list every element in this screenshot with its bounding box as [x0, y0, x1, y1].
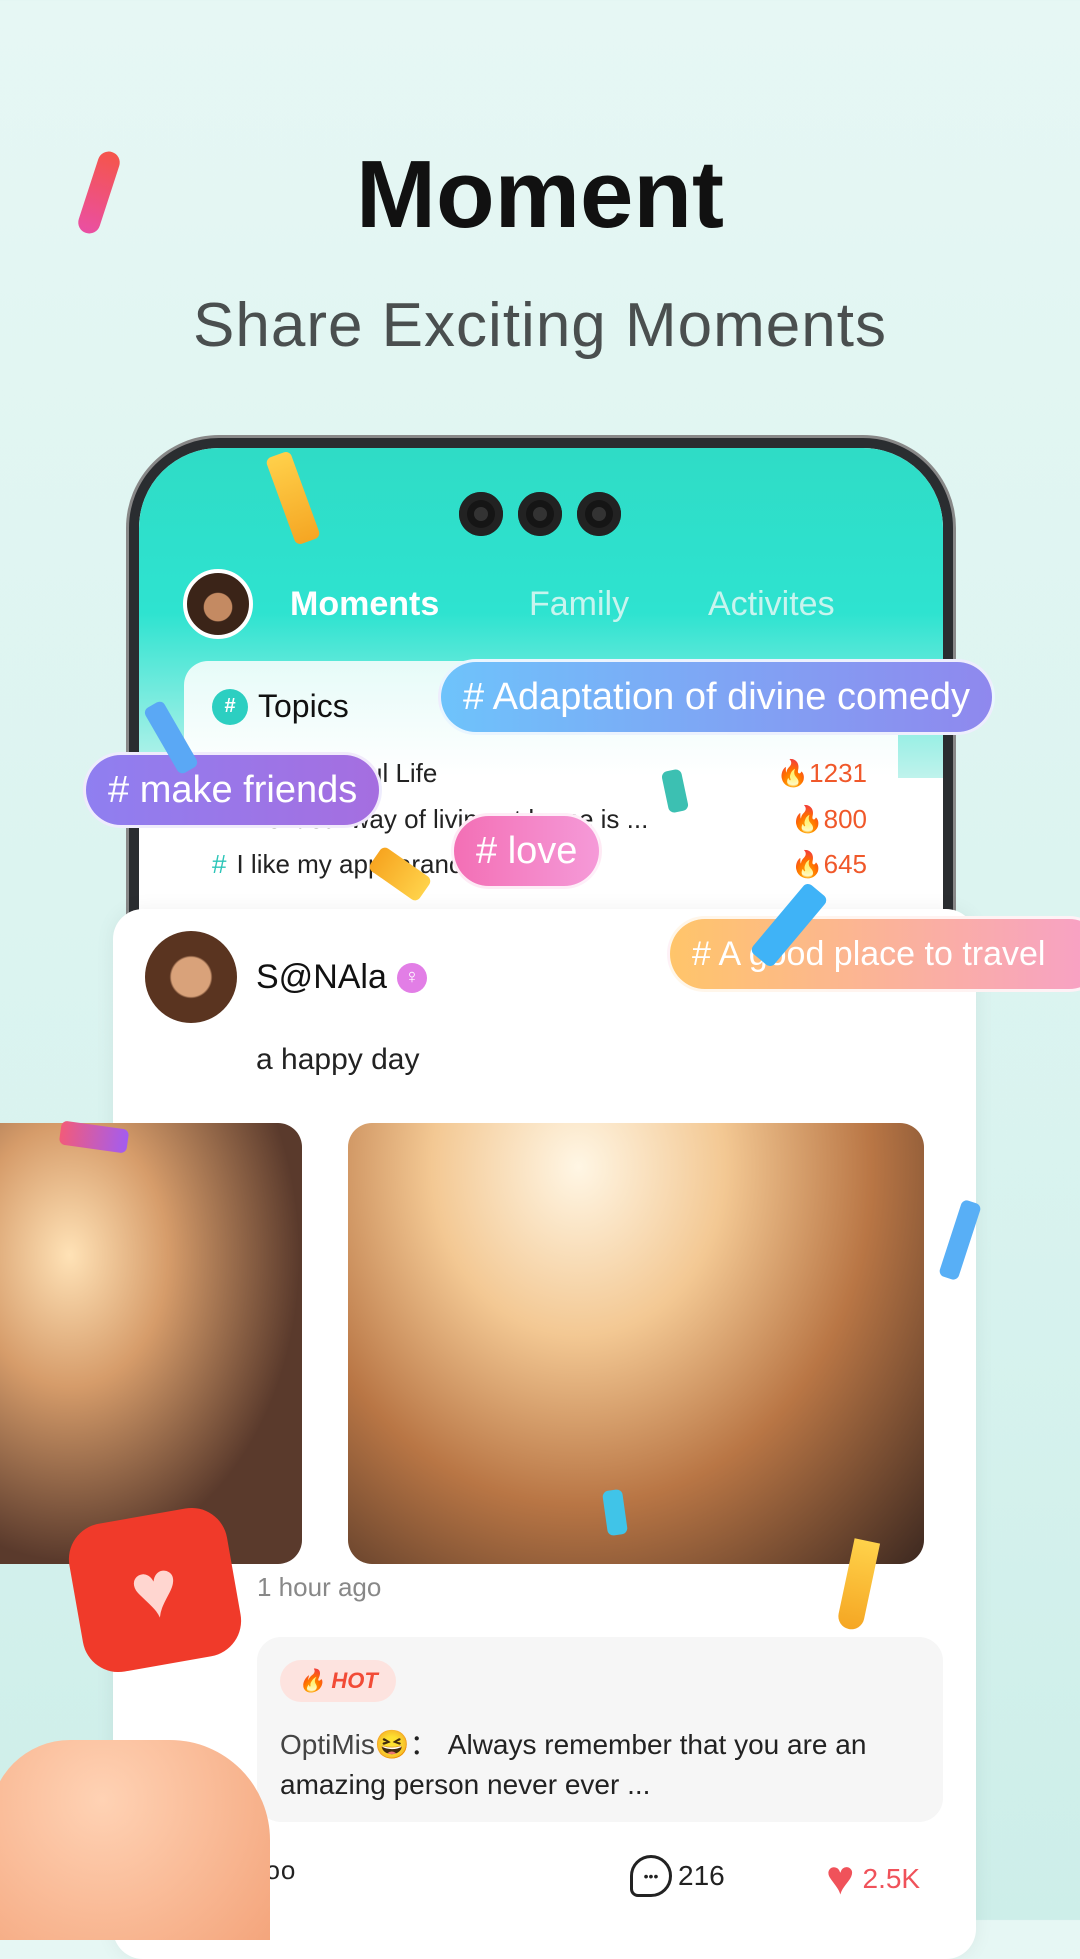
camera-icon: [518, 492, 562, 536]
comment-button[interactable]: ••• 216: [630, 1855, 725, 1897]
post-footer: ooo ••• 216 ♥ 2.5K: [250, 1852, 950, 1905]
post-photo[interactable]: [0, 1123, 302, 1564]
hot-comment: OptiMis😆： Always remember that you are an…: [280, 1729, 867, 1800]
heart-icon: ♥: [826, 1852, 855, 1905]
page-title: Moment: [356, 141, 724, 248]
tab-family[interactable]: Family: [529, 585, 629, 624]
thumbs-up-icon: [0, 1740, 270, 1940]
camera-icon: [459, 492, 503, 536]
tag-good-place-to-travel[interactable]: # A good place to travel: [667, 916, 1080, 992]
fire-icon: 🔥: [298, 1668, 326, 1693]
tab-moments[interactable]: Moments: [290, 585, 439, 624]
hot-badge: 🔥 HOT: [280, 1660, 396, 1702]
hot-count: 🔥800: [791, 804, 867, 834]
female-icon: ♀: [396, 962, 427, 993]
hash-bubble-icon: #: [212, 688, 248, 725]
camera-icon: [577, 492, 621, 536]
user-avatar[interactable]: [183, 569, 253, 639]
page-subtitle: Share Exciting Moments: [193, 291, 887, 360]
topics-title: Topics: [258, 688, 349, 724]
post-text: a happy day: [256, 1043, 420, 1076]
post-avatar[interactable]: [145, 931, 237, 1023]
like-button[interactable]: ♥ 2.5K: [826, 1851, 920, 1906]
post-photo[interactable]: [348, 1123, 924, 1564]
post-time: 1 hour ago: [257, 1572, 382, 1602]
heart-sticker-icon: ♥: [63, 1502, 247, 1678]
tab-activites[interactable]: Activites: [708, 585, 835, 624]
hot-count: 🔥1231: [776, 758, 867, 788]
hot-count: 🔥645: [791, 849, 867, 879]
tag-make-friends[interactable]: # make friends: [83, 752, 383, 828]
tag-adaptation[interactable]: # Adaptation of divine comedy: [438, 659, 996, 735]
comment-icon: •••: [630, 1855, 672, 1897]
topics-header[interactable]: # Topics: [212, 688, 349, 725]
post-author[interactable]: S@NAla ♀: [256, 958, 427, 997]
tag-love[interactable]: # love: [451, 813, 603, 889]
